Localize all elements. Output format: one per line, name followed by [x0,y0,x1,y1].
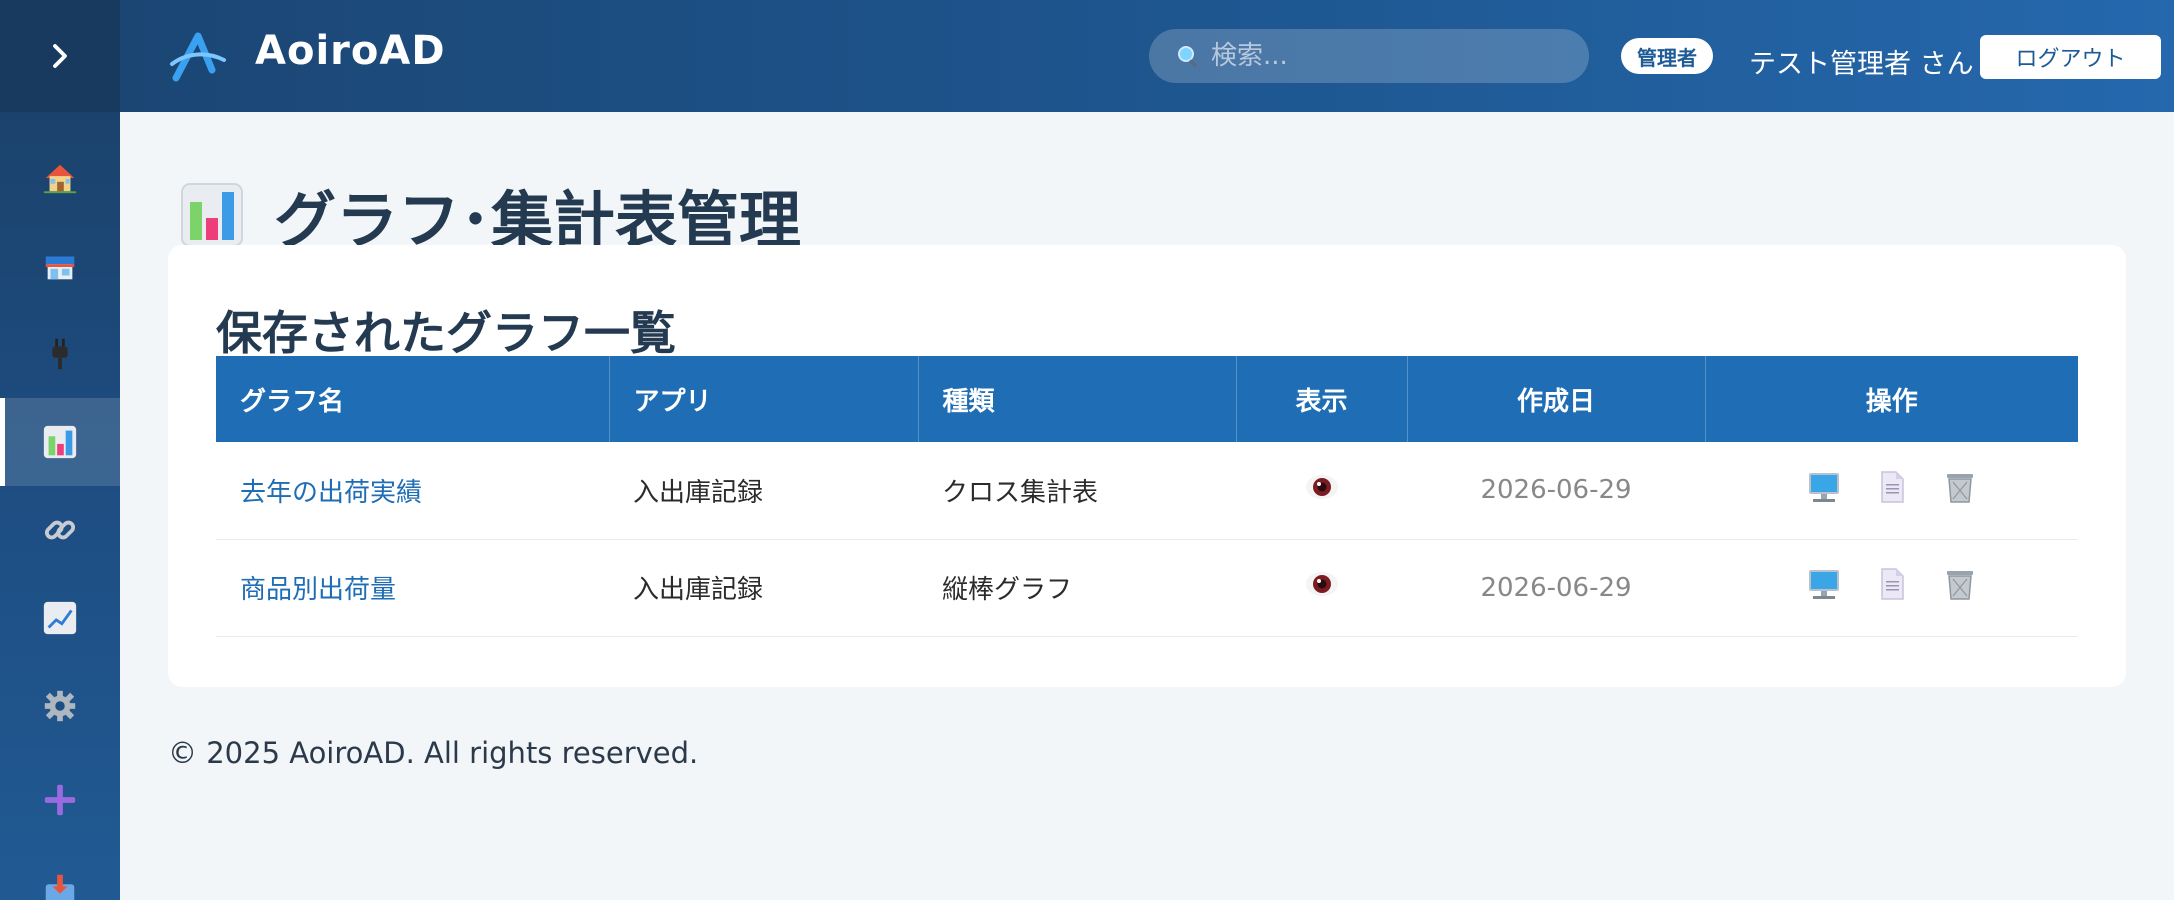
display-button[interactable] [1807,567,1841,608]
delete-button[interactable] [1943,470,1977,511]
sidebar [0,0,120,900]
search-icon [1178,46,1197,68]
sidebar-item-charts[interactable] [0,398,120,486]
document-icon [1880,568,1904,600]
table-row: 商品別出荷量 入出庫記録 縦棒グラフ 2026-06-29 [216,539,2078,636]
created-date-cell: 2026-06-29 [1480,572,1632,603]
column-header-name: グラフ名 [216,356,610,442]
export-button[interactable] [1875,470,1909,511]
column-header-app: アプリ [609,356,919,442]
eye-icon[interactable] [1305,569,1339,599]
top-header: AoiroAD 管理者 テスト管理者 さん ログアウト [120,0,2174,112]
bar-chart-icon [43,425,77,459]
saved-charts-card: 保存されたグラフ一覧 グラフ名 アプリ 種類 表示 作成日 操作 去年の出荷実績… [168,245,2126,687]
sidebar-item-settings[interactable] [0,662,120,750]
inbox-download-icon [45,874,75,900]
plug-icon [52,338,68,370]
role-badge: 管理者 [1621,38,1713,74]
table-header-row: グラフ名 アプリ 種類 表示 作成日 操作 [216,356,2078,442]
search-input[interactable] [1211,41,1571,71]
monitor-icon [1808,472,1839,502]
logout-button[interactable]: ログアウト [1980,35,2161,79]
chart-name-link[interactable]: 商品別出荷量 [216,539,609,636]
chart-name-link[interactable]: 去年の出荷実績 [216,442,609,539]
trash-icon [1946,571,1973,600]
column-header-type: 種類 [918,356,1237,442]
footer-copyright: © 2025 AoiroAD. All rights reserved. [168,736,699,770]
sidebar-item-import[interactable] [0,846,120,900]
sidebar-item-analytics[interactable] [0,574,120,662]
sidebar-item-links[interactable] [0,486,120,574]
store-icon [45,256,75,280]
home-icon [43,164,77,194]
view-cell [1236,442,1407,539]
type-cell: 縦棒グラフ [942,575,1073,605]
actions-cell [1705,442,2078,539]
actions-cell [1705,539,2078,636]
trash-icon [1946,473,1973,503]
sidebar-item-add[interactable] [0,756,120,844]
bar-chart-icon [181,183,243,247]
card-title: 保存されたグラフ一覧 [216,306,676,360]
monitor-icon [1808,570,1839,599]
gear-icon [44,690,76,722]
saved-charts-table: グラフ名 アプリ 種類 表示 作成日 操作 去年の出荷実績 入出庫記録 クロス集… [216,356,2078,637]
aoiroad-logo-icon [170,32,226,82]
sidebar-item-store[interactable] [0,222,120,310]
column-header-actions: 操作 [1865,386,1918,417]
link-icon [44,520,76,540]
line-chart-icon [43,601,77,635]
type-cell: クロス集計表 [942,477,1099,508]
delete-button[interactable] [1943,567,1977,608]
user-name: テスト管理者 さん [1749,49,1974,80]
sidebar-toggle-button[interactable] [0,0,120,112]
plus-icon [44,784,76,816]
eye-icon[interactable] [1305,472,1339,502]
display-button[interactable] [1807,470,1841,511]
table-row: 去年の出荷実績 入出庫記録 クロス集計表 2026-06-29 [216,442,2078,539]
sidebar-item-connector[interactable] [0,310,120,398]
column-header-view: 表示 [1236,356,1408,442]
chevron-right-icon [53,44,67,68]
document-icon [1880,471,1904,503]
app-cell: 入出庫記録 [633,575,764,605]
app-cell: 入出庫記録 [633,477,764,508]
search-box[interactable] [1149,29,1589,83]
column-header-created: 作成日 [1407,356,1706,442]
view-cell [1236,539,1407,636]
sidebar-item-home[interactable] [0,134,120,222]
brand-name: AoiroAD [255,28,446,74]
created-date-cell: 2026-06-29 [1480,475,1632,506]
export-button[interactable] [1875,567,1909,608]
